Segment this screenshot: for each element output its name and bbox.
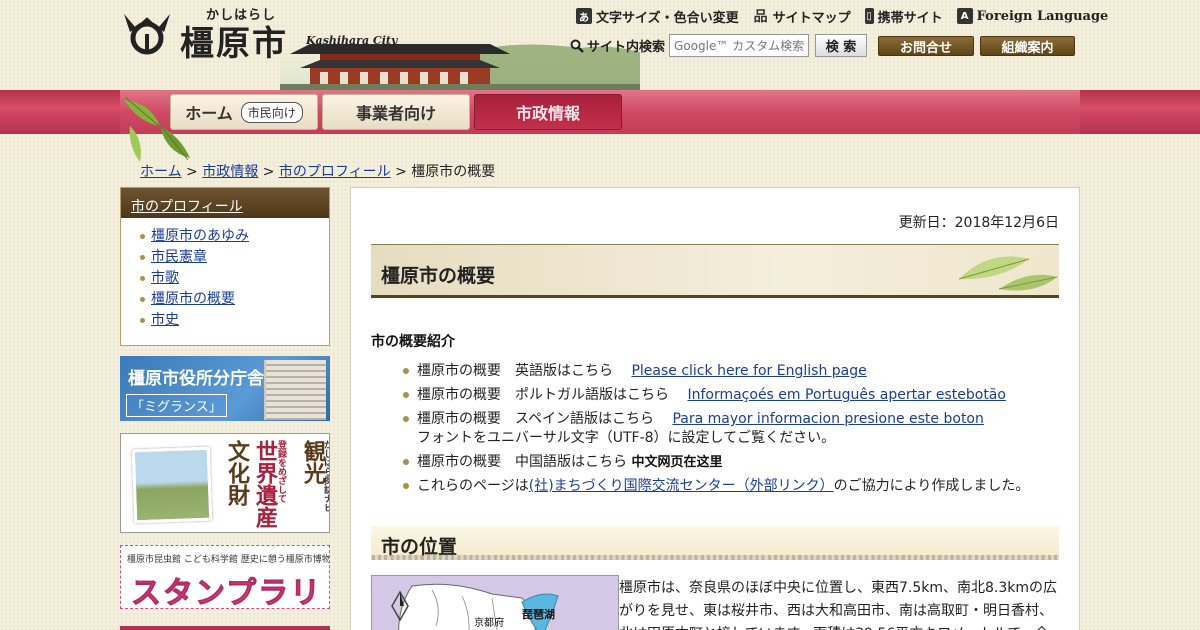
- main-content: 更新日：2018年12月6日 橿原市の概要 市の概要紹介 橿原市の概要 英語版は…: [350, 187, 1080, 630]
- breadcrumb-profile[interactable]: 市のプロフィール: [279, 164, 391, 180]
- list-item: 橿原市の概要 中国語版はこちら 中文网页在这里: [401, 453, 1061, 472]
- foreign-language-link[interactable]: A Foreign Language: [956, 8, 1108, 24]
- next-banner[interactable]: [120, 626, 330, 630]
- breadcrumb: ホーム > 市政情報 > 市のプロフィール > 橿原市の概要: [140, 161, 495, 181]
- contact-button[interactable]: お問合せ: [878, 36, 974, 56]
- section-overview-heading: 市の概要紹介: [371, 334, 455, 350]
- list-item: これらのページは(社)まちづくり国際交流センター（外部リンク）のご協力により作成…: [401, 477, 1061, 496]
- migrance-banner[interactable]: 橿原市役所分庁舎 「ミグランス」: [120, 356, 330, 421]
- location-description: 橿原市は、奈良県のほぼ中央に位置し、東西7.5km、南北8.3kmの広がりを見せ…: [619, 580, 1058, 630]
- sidebar-item-overview: 橿原市の概要: [137, 289, 329, 310]
- spanish-page-link[interactable]: Para mayor informacion presione este bot…: [672, 411, 983, 427]
- sidebar-profile-menu: 市のプロフィール 橿原市のあゆみ 市民憲章 市歌 橿原市の概要 市史: [120, 187, 330, 346]
- sidebar-link[interactable]: 橿原市のあゆみ: [151, 228, 249, 244]
- external-partner-link[interactable]: (社)まちづくり国際交流センター（外部リンク）: [529, 478, 834, 494]
- logo-name: 橿原市: [180, 24, 288, 64]
- foreign-language-icon: A: [956, 8, 973, 24]
- search-icon: [570, 39, 584, 53]
- site-logo[interactable]: かしはらし 橿原市 Kashihara City: [122, 4, 412, 64]
- text-size-icon: あ: [576, 8, 592, 24]
- map-label-kyoto: 京都府: [474, 616, 504, 629]
- organization-button[interactable]: 組織案内: [980, 36, 1075, 56]
- map-label-biwako: 琵琶湖: [522, 607, 555, 621]
- banner-facilities: 橿原市昆虫館 こども科学館 歴史に憩う橿原市博物館: [127, 555, 330, 565]
- sidebar-item-history: 橿原市のあゆみ: [137, 226, 329, 247]
- banner-registration: 登録をめざして: [276, 440, 286, 503]
- list-item: 橿原市の概要 スペイン語版はこちら Para mayor informacion…: [401, 410, 1061, 448]
- tab-business[interactable]: 事業者向け: [322, 94, 470, 130]
- font-note: フォントをユニバーサル文字（UTF-8）に設定してご覧ください。: [417, 430, 836, 446]
- breadcrumb-current: 橿原市の概要: [411, 164, 496, 180]
- section-location-heading: 市の位置: [381, 536, 458, 558]
- text-size-color-link[interactable]: あ 文字サイズ・色合い変更: [576, 7, 739, 26]
- list-item: 橿原市の概要 ポルトガル語版はこちら Informaçoés em Portug…: [401, 386, 1061, 405]
- list-item: 橿原市の概要 英語版はこちら Please click here for Eng…: [401, 362, 1061, 381]
- sidebar-link[interactable]: 市史: [151, 312, 179, 328]
- leaves-decoration: [124, 97, 190, 162]
- section-location-box: 市の位置: [371, 526, 1059, 560]
- sidebar-item-city-history: 市史: [137, 310, 329, 331]
- building-image: [264, 360, 326, 420]
- search-label: サイト内検索: [570, 36, 665, 55]
- site-search: サイト内検索 検 索: [570, 34, 868, 57]
- utility-nav: あ 文字サイズ・色合い変更 品 サイトマップ ▯ 携帯サイト A Foreign…: [576, 6, 1108, 26]
- sidebar-link[interactable]: 市民憲章: [151, 249, 207, 265]
- sidebar-item-charter: 市民憲章: [137, 247, 329, 268]
- breadcrumb-separator: >: [186, 164, 198, 180]
- search-input[interactable]: [669, 34, 810, 57]
- banner-title: 橿原市役所分庁舎: [128, 369, 264, 389]
- banner-navi: かしはら探訪ナビ: [322, 440, 330, 512]
- sidebar-title-link[interactable]: 市のプロフィール: [131, 199, 243, 215]
- site-header: かしはらし 橿原市 Kashihara City あ 文字サイズ・色合い変更 品…: [0, 0, 1200, 90]
- breadcrumb-separator: >: [262, 164, 275, 180]
- tab-home-badge: 市民向け: [240, 101, 303, 123]
- sidebar-title: 市のプロフィール: [121, 188, 329, 218]
- chinese-page-link[interactable]: 中文网页在这里: [631, 455, 722, 470]
- logo-english: Kashihara City: [306, 34, 398, 47]
- location-map: 京都府 琵琶湖: [371, 575, 619, 630]
- sidebar-item-song: 市歌: [137, 268, 329, 289]
- sidebar-link[interactable]: 橿原市の概要: [151, 291, 235, 307]
- portuguese-page-link[interactable]: Informaçoés em Português apertar estebot…: [687, 387, 1006, 403]
- page-title-box: 橿原市の概要: [371, 244, 1059, 298]
- city-emblem-icon: [124, 14, 170, 55]
- sidebar-list: 橿原市のあゆみ 市民憲章 市歌 橿原市の概要 市史: [121, 218, 329, 331]
- banner-cultural-asset: 文化財: [224, 440, 250, 506]
- tab-city-info[interactable]: 市政情報: [474, 94, 622, 130]
- stamp-rally-banner[interactable]: 橿原市昆虫館 こども科学館 歴史に憩う橿原市博物館 スタンプラリー: [120, 545, 330, 609]
- page-title: 橿原市の概要: [381, 265, 496, 287]
- tourism-photo: [131, 446, 213, 524]
- breadcrumb-separator: >: [395, 164, 407, 180]
- breadcrumb-city-info[interactable]: 市政情報: [202, 164, 258, 180]
- mobile-site-link[interactable]: ▯ 携帯サイト: [864, 7, 943, 26]
- map-image: 京都府 琵琶湖: [372, 576, 618, 630]
- banner-stamp-rally: スタンプラリー: [131, 576, 323, 609]
- breadcrumb-home[interactable]: ホーム: [140, 164, 182, 180]
- mobile-icon: ▯: [864, 8, 874, 24]
- updated-date: 更新日：2018年12月6日: [898, 215, 1059, 231]
- english-page-link[interactable]: Please click here for English page: [631, 363, 866, 379]
- leaf-decoration: [958, 256, 1058, 291]
- sidebar-link[interactable]: 市歌: [151, 270, 179, 286]
- search-button[interactable]: 検 索: [815, 34, 868, 57]
- tourism-banner[interactable]: 観光 かしはら探訪ナビ 世界遺産 登録をめざして 文化財: [120, 433, 330, 533]
- sitemap-icon: 品: [753, 9, 768, 25]
- sitemap-link[interactable]: 品 サイトマップ: [753, 7, 851, 26]
- language-links-list: 橿原市の概要 英語版はこちら Please click here for Eng…: [401, 362, 1061, 501]
- banner-subtitle: 「ミグランス」: [126, 394, 227, 417]
